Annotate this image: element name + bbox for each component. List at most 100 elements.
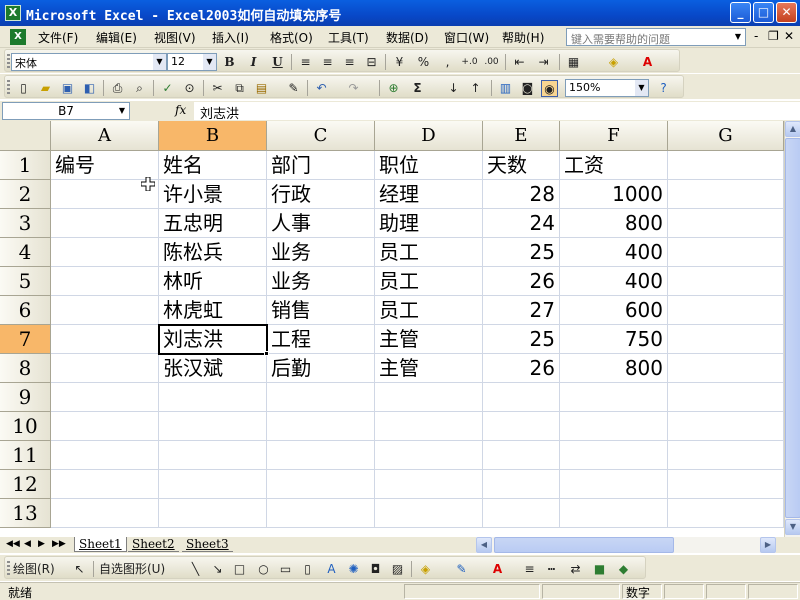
column-header-e[interactable]: E — [483, 121, 560, 151]
cell-f11[interactable] — [560, 441, 668, 470]
line-style-icon[interactable]: ≡ — [521, 561, 538, 578]
underline-button[interactable]: U — [269, 54, 286, 71]
align-center-icon[interactable]: ≡ — [319, 54, 336, 71]
cell-b6[interactable]: 林虎虹 — [159, 296, 267, 325]
cell-f2[interactable]: 1000 — [560, 180, 668, 209]
dash-style-icon[interactable]: ┅ — [543, 561, 560, 578]
row-header-1[interactable]: 1 — [0, 151, 51, 180]
decrease-decimal-button[interactable]: .00 — [483, 54, 500, 71]
cell-a1[interactable]: 编号 — [51, 151, 159, 180]
hyperlink-icon[interactable]: ⊕ — [385, 80, 402, 97]
increase-indent-icon[interactable]: ⇥ — [535, 54, 552, 71]
format-painter-icon[interactable]: ✎ — [285, 80, 302, 97]
open-folder-icon[interactable]: ▰ — [37, 80, 54, 97]
undo-icon[interactable]: ↶ — [313, 80, 330, 97]
scroll-up-icon[interactable]: ▲ — [785, 121, 800, 137]
print-icon[interactable]: ⎙ — [109, 80, 126, 97]
last-sheet-icon[interactable]: ▶▶ — [52, 539, 66, 549]
row-header-12[interactable]: 12 — [0, 470, 51, 499]
worksheet-grid[interactable]: A B C D E F G 1 编号 姓名 部门 职位 天数 工资 2 许小景 行政 经理 28 1000 3 五忠明 人事… — [0, 121, 784, 533]
cell-f13[interactable] — [560, 499, 668, 528]
cell-e5[interactable]: 26 — [483, 267, 560, 296]
sheet-tab-1[interactable]: Sheet1 — [74, 537, 127, 552]
toolbar-grip[interactable] — [7, 54, 10, 69]
column-header-c[interactable]: C — [267, 121, 375, 151]
cell-d5[interactable]: 员工 — [375, 267, 483, 296]
cell-b12[interactable] — [159, 470, 267, 499]
doc-restore-button[interactable]: ❐ — [768, 29, 779, 43]
cell-d3[interactable]: 助理 — [375, 209, 483, 238]
cell-f12[interactable] — [560, 470, 668, 499]
cell-g6[interactable] — [668, 296, 784, 325]
cell-c10[interactable] — [267, 412, 375, 441]
font-color-button[interactable]: A — [639, 54, 656, 71]
cell-a3[interactable] — [51, 209, 159, 238]
prev-sheet-icon[interactable]: ◀ — [24, 539, 31, 549]
font-name-select[interactable]: 宋体 ▼ — [11, 53, 167, 71]
cell-d10[interactable] — [375, 412, 483, 441]
research-icon[interactable]: ⊙ — [181, 80, 198, 97]
cell-f3[interactable]: 800 — [560, 209, 668, 238]
rectangle-icon[interactable]: □ — [231, 561, 248, 578]
cell-d4[interactable]: 员工 — [375, 238, 483, 267]
menu-help[interactable]: 帮助(H) — [502, 29, 544, 46]
cell-a10[interactable] — [51, 412, 159, 441]
redo-icon[interactable]: ↷ — [345, 80, 362, 97]
cell-d8[interactable]: 主管 — [375, 354, 483, 383]
cell-g13[interactable] — [668, 499, 784, 528]
cell-d13[interactable] — [375, 499, 483, 528]
horizontal-scrollbar[interactable]: ◀ ▶ — [476, 537, 776, 553]
cell-e12[interactable] — [483, 470, 560, 499]
help-search-input[interactable]: 键入需要帮助的问题 ▼ — [566, 28, 746, 46]
cell-a4[interactable] — [51, 238, 159, 267]
vertical-textbox-icon[interactable]: ▯ — [299, 561, 316, 578]
cell-e2[interactable]: 28 — [483, 180, 560, 209]
name-box[interactable]: B7 ▼ — [2, 102, 130, 120]
chevron-down-icon[interactable]: ▼ — [635, 80, 648, 96]
draw-menu-button[interactable]: 绘图(R) — [13, 561, 67, 578]
menu-window[interactable]: 窗口(W) — [444, 29, 489, 46]
chevron-down-icon[interactable]: ▼ — [203, 54, 216, 70]
cell-b8[interactable]: 张汉斌 — [159, 354, 267, 383]
cell-g8[interactable] — [668, 354, 784, 383]
cell-e4[interactable]: 25 — [483, 238, 560, 267]
column-header-g[interactable]: G — [668, 121, 784, 151]
percent-button[interactable]: % — [415, 54, 432, 71]
cell-f10[interactable] — [560, 412, 668, 441]
cut-icon[interactable]: ✂ — [209, 80, 226, 97]
insert-function-icon[interactable]: fx — [175, 103, 186, 117]
cell-f6[interactable]: 600 — [560, 296, 668, 325]
cell-f5[interactable]: 400 — [560, 267, 668, 296]
fill-handle[interactable] — [264, 351, 269, 356]
autosum-button[interactable]: Σ — [409, 80, 426, 97]
column-header-d[interactable]: D — [375, 121, 483, 151]
cell-g1[interactable] — [668, 151, 784, 180]
bold-button[interactable]: B — [221, 54, 238, 71]
arrow-icon[interactable]: ↘ — [209, 561, 226, 578]
cell-e7[interactable]: 25 — [483, 325, 560, 354]
cell-a13[interactable] — [51, 499, 159, 528]
cell-g5[interactable] — [668, 267, 784, 296]
menu-view[interactable]: 视图(V) — [154, 29, 196, 46]
document-icon[interactable]: X — [10, 29, 26, 45]
cell-a6[interactable] — [51, 296, 159, 325]
select-all-corner[interactable] — [0, 121, 51, 151]
font-size-select[interactable]: 12 ▼ — [167, 53, 217, 71]
doc-close-button[interactable]: ✕ — [784, 29, 794, 43]
cell-a5[interactable] — [51, 267, 159, 296]
next-sheet-icon[interactable]: ▶ — [38, 539, 45, 549]
cell-d7[interactable]: 主管 — [375, 325, 483, 354]
sort-ascending-icon[interactable]: ↓ — [445, 80, 462, 97]
cell-c8[interactable]: 后勤 — [267, 354, 375, 383]
cell-c11[interactable] — [267, 441, 375, 470]
row-header-6[interactable]: 6 — [0, 296, 51, 325]
menu-tools[interactable]: 工具(T) — [328, 29, 369, 46]
cell-e10[interactable] — [483, 412, 560, 441]
column-header-a[interactable]: A — [51, 121, 159, 151]
cell-c13[interactable] — [267, 499, 375, 528]
cell-a11[interactable] — [51, 441, 159, 470]
sort-descending-icon[interactable]: ↑ — [467, 80, 484, 97]
cell-d6[interactable]: 员工 — [375, 296, 483, 325]
row-header-11[interactable]: 11 — [0, 441, 51, 470]
scroll-left-icon[interactable]: ◀ — [476, 537, 492, 553]
